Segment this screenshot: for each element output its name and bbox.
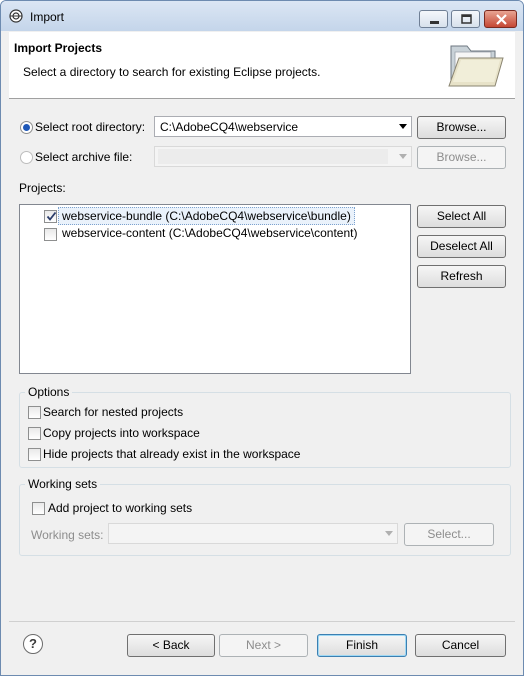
back-button[interactable]: < Back (127, 634, 215, 657)
root-directory-combo[interactable]: C:\AdobeCQ4\webservice (154, 116, 412, 137)
browse-root-button[interactable]: Browse... (417, 116, 506, 139)
archive-file-label: Select archive file: (35, 150, 133, 164)
chevron-down-icon (385, 531, 393, 536)
archive-file-value (158, 149, 388, 164)
help-icon[interactable]: ? (23, 634, 43, 654)
footer-separator (9, 621, 515, 622)
options-title: Options (25, 385, 73, 399)
select-working-sets-button[interactable]: Select... (404, 523, 494, 546)
projects-list[interactable]: webservice-bundle (C:\AdobeCQ4\webservic… (19, 204, 411, 374)
checkmark-icon (46, 211, 57, 221)
open-folder-icon (448, 45, 504, 87)
wizard-body: Select root directory: C:\AdobeCQ4\webse… (9, 99, 515, 619)
import-dialog: Import Import Projects Select a director… (0, 0, 524, 676)
page-description: Select a directory to search for existin… (23, 65, 321, 79)
browse-archive-button[interactable]: Browse... (417, 146, 506, 169)
chevron-down-icon (399, 154, 407, 159)
copy-projects-label: Copy projects into workspace (43, 426, 200, 440)
root-directory-radio[interactable] (20, 121, 33, 134)
minimize-button[interactable] (419, 10, 448, 28)
project-checkbox[interactable] (44, 210, 57, 223)
cancel-button[interactable]: Cancel (415, 634, 506, 657)
search-nested-label: Search for nested projects (43, 405, 184, 419)
add-to-working-sets-label: Add project to working sets (48, 501, 193, 515)
minimize-icon (430, 21, 439, 24)
maximize-icon (461, 14, 472, 24)
deselect-all-button[interactable]: Deselect All (417, 235, 506, 258)
refresh-button[interactable]: Refresh (417, 265, 506, 288)
list-item[interactable]: webservice-bundle (C:\AdobeCQ4\webservic… (20, 206, 410, 226)
projects-label: Projects: (19, 181, 66, 195)
project-checkbox[interactable] (44, 228, 57, 241)
title-bar[interactable]: Import (1, 1, 523, 31)
close-icon (496, 14, 507, 25)
root-directory-value: C:\AdobeCQ4\webservice (160, 120, 299, 134)
working-sets-combo[interactable] (108, 523, 398, 544)
wizard-header: Import Projects Select a directory to se… (9, 32, 515, 99)
archive-file-combo[interactable] (154, 146, 412, 167)
next-button[interactable]: Next > (219, 634, 308, 657)
hide-existing-checkbox[interactable] (28, 448, 41, 461)
hide-existing-label: Hide projects that already exist in the … (43, 447, 301, 461)
list-item[interactable]: webservice-content (C:\AdobeCQ4\webservi… (20, 225, 410, 244)
archive-file-radio[interactable] (20, 151, 33, 164)
project-label: webservice-bundle (C:\AdobeCQ4\webservic… (58, 207, 355, 225)
chevron-down-icon (399, 124, 407, 129)
search-nested-checkbox[interactable] (28, 406, 41, 419)
finish-button[interactable]: Finish (317, 634, 407, 657)
eclipse-icon (9, 9, 23, 23)
root-directory-label: Select root directory: (35, 120, 146, 134)
page-title: Import Projects (14, 41, 103, 55)
copy-projects-checkbox[interactable] (28, 427, 41, 440)
window-title: Import (30, 10, 65, 24)
close-button[interactable] (484, 10, 517, 28)
working-sets-title: Working sets (25, 477, 101, 491)
select-all-button[interactable]: Select All (417, 205, 506, 228)
working-sets-label: Working sets: (31, 528, 104, 542)
add-to-working-sets-checkbox[interactable] (32, 502, 45, 515)
project-label: webservice-content (C:\AdobeCQ4\webservi… (62, 226, 358, 240)
maximize-button[interactable] (451, 10, 480, 28)
